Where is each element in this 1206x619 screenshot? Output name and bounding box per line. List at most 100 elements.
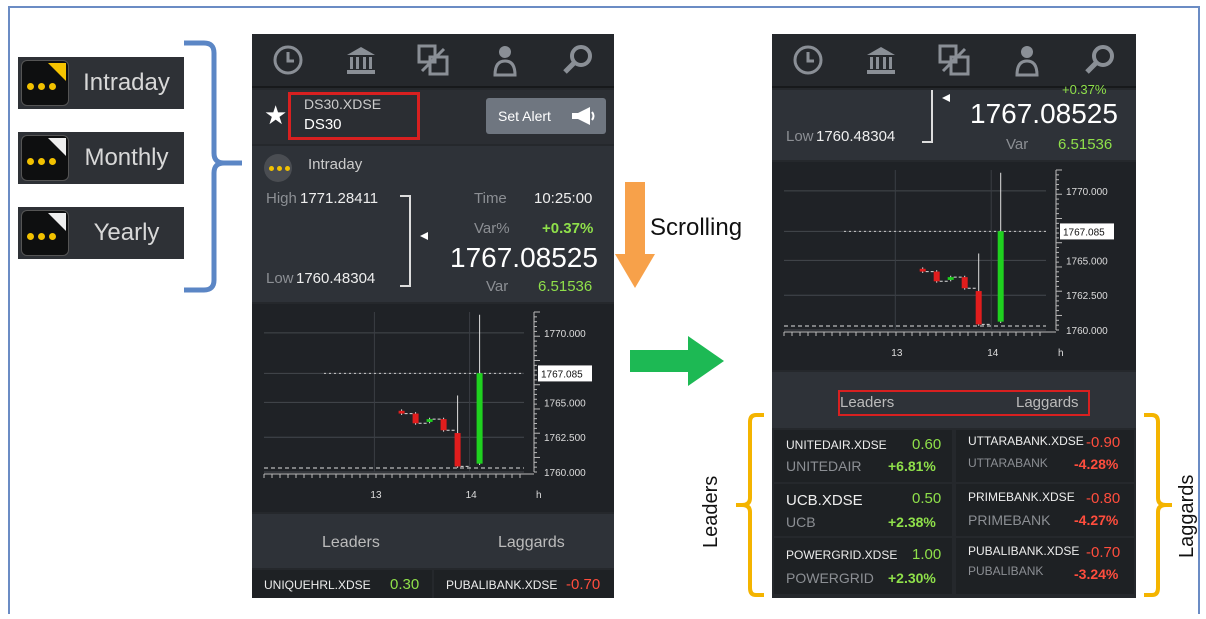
- time-label: Time: [474, 190, 507, 207]
- range-bracket: [922, 90, 950, 143]
- candle-body: [947, 277, 954, 280]
- leader-value: 0.60: [912, 436, 942, 453]
- legend-label: Intraday: [83, 69, 170, 96]
- laggard-symbol: PRIMEBANK.XDSE: [968, 490, 1075, 504]
- price-value: 1767.08525: [450, 242, 598, 273]
- nav-bar: [252, 34, 614, 88]
- laggard-value: -0.80: [1086, 490, 1121, 507]
- price-value: 1767.08525: [970, 98, 1118, 129]
- symbol-code: DS30.XDSE: [304, 96, 382, 112]
- legend-monthly: Monthly: [18, 132, 184, 184]
- candlestick-chart: 1770.000 1767.085 1765.000 1762.500 1760.000…: [263, 311, 592, 501]
- user-icon[interactable]: [488, 43, 522, 77]
- megaphone-icon: [572, 107, 595, 125]
- legend-intraday: Intraday: [18, 57, 184, 109]
- compare-icon[interactable]: [416, 43, 450, 77]
- leader-row[interactable]: UNIQUEHRL.XDSE 0.30: [252, 570, 432, 598]
- favorite-star-icon[interactable]: ★: [264, 100, 287, 131]
- laggard-row[interactable]: PRIMEBANK.XDSE -0.80 PRIMEBANK -4.27%: [956, 484, 1134, 536]
- period-label: Intraday: [308, 156, 363, 173]
- leader-row[interactable]: POWERGRID.XDSE 1.00 POWERGRID +2.30%: [774, 538, 952, 594]
- laggards-vertical-label: Laggards: [1176, 474, 1198, 558]
- candle-body: [426, 419, 433, 422]
- leader-value: 0.30: [390, 576, 420, 593]
- symbol-name: DS30: [304, 116, 342, 133]
- var-label: Var: [486, 278, 509, 295]
- user-icon[interactable]: [1010, 43, 1044, 77]
- intraday-period-icon[interactable]: [264, 154, 292, 182]
- leader-value: 0.50: [912, 490, 942, 507]
- set-alert-label: Set Alert: [498, 108, 551, 124]
- high-value: 1771.28411: [300, 190, 379, 207]
- laggard-pct: -3.24%: [1074, 566, 1119, 582]
- laggard-name: PUBALIBANK: [968, 564, 1044, 578]
- time-value: 10:25:00: [534, 190, 593, 207]
- laggard-pct: -4.27%: [1074, 512, 1119, 528]
- bank-icon[interactable]: [344, 43, 378, 77]
- leader-symbol: UNIQUEHRL.XDSE: [264, 578, 371, 592]
- tab-laggards[interactable]: Laggards: [498, 534, 565, 552]
- x-tick-label: 13: [891, 348, 903, 359]
- laggard-row[interactable]: UTTARABANK.XDSE -0.90 UTTARABANK -4.28%: [956, 430, 1134, 482]
- leader-row[interactable]: UNITEDAIR.XDSE 0.60 UNITEDAIR +6.81%: [774, 430, 952, 482]
- x-tick-label: h: [1058, 348, 1064, 359]
- laggards-bracket: [1144, 413, 1172, 597]
- tab-leaders[interactable]: Leaders: [840, 394, 894, 411]
- y-tick-label: 1760.000: [544, 468, 586, 479]
- leaders-laggards-tabs: Leaders Laggards: [252, 514, 614, 568]
- search-icon[interactable]: [1083, 43, 1117, 77]
- legend-yearly: Yearly: [18, 207, 184, 259]
- clock-icon[interactable]: [791, 43, 825, 77]
- leader-symbol: UCB.XDSE: [786, 492, 863, 509]
- low-value: 1760.48304: [296, 270, 376, 287]
- laggard-value: -0.90: [1086, 434, 1121, 451]
- var-value: 6.51536: [538, 278, 593, 295]
- low-label: Low: [786, 128, 814, 145]
- nav-bar: [772, 34, 1136, 88]
- candle-body: [398, 410, 405, 414]
- varpct-label: Var%: [474, 220, 510, 237]
- high-label: High: [266, 190, 297, 207]
- low-label: Low: [266, 270, 294, 287]
- legend-label: Monthly: [84, 144, 169, 171]
- yearly-icon: [21, 210, 69, 256]
- leader-name: UNITEDAIR: [786, 458, 862, 474]
- symbol-header: ★ DS30.XDSE DS30 Set Alert: [252, 90, 614, 144]
- x-tick-label: 13: [370, 490, 382, 501]
- current-price-tag: 1767.085: [541, 369, 583, 380]
- leader-value: 1.00: [912, 546, 942, 563]
- laggard-row[interactable]: PUBALIBANK.XDSE -0.70 PUBALIBANK -3.24%: [956, 538, 1134, 594]
- set-alert-button[interactable]: Set Alert: [486, 98, 606, 134]
- clock-icon[interactable]: [271, 43, 305, 77]
- x-tick-label: 14: [987, 348, 999, 359]
- phone-screen-2: +0.37% Low 1760.48304 1767.08525 Var 6.5…: [772, 34, 1136, 598]
- tab-leaders[interactable]: Leaders: [322, 534, 380, 552]
- leader-pct: +6.81%: [888, 458, 936, 474]
- laggard-value: -0.70: [566, 576, 601, 593]
- monthly-icon: [21, 135, 69, 181]
- y-tick-label: 1762.500: [1066, 291, 1108, 302]
- tab-laggards[interactable]: Laggards: [1016, 394, 1079, 411]
- candle-body: [440, 419, 447, 431]
- candle-body: [997, 231, 1004, 322]
- var-label: Var: [1006, 136, 1029, 153]
- candle-body: [975, 291, 982, 325]
- laggard-value: -0.70: [1086, 544, 1121, 561]
- leader-row[interactable]: UCB.XDSE 0.50 UCB +2.38%: [774, 484, 952, 536]
- bank-icon[interactable]: [864, 43, 898, 77]
- leaders-bracket: [736, 413, 764, 597]
- laggard-symbol: UTTARABANK.XDSE: [968, 434, 1084, 448]
- laggard-row[interactable]: PUBALIBANK.XDSE -0.70: [434, 570, 614, 598]
- search-icon[interactable]: [561, 43, 595, 77]
- range-bracket: [400, 195, 428, 287]
- candle-body: [919, 268, 926, 272]
- compare-icon[interactable]: [937, 43, 971, 77]
- intraday-icon: [21, 60, 69, 106]
- laggard-name: UTTARABANK: [968, 456, 1048, 470]
- price-chart[interactable]: 1770.000 1767.085 1765.000 1762.500 1760.000…: [252, 304, 614, 512]
- laggard-symbol: PUBALIBANK.XDSE: [446, 578, 558, 592]
- candle-body: [454, 433, 461, 467]
- price-chart[interactable]: 1770.000 1767.085 1765.000 1762.500 1760.000…: [772, 162, 1136, 370]
- y-tick-label: 1770.000: [1066, 187, 1108, 198]
- scrolling-label: Scrolling: [650, 214, 743, 241]
